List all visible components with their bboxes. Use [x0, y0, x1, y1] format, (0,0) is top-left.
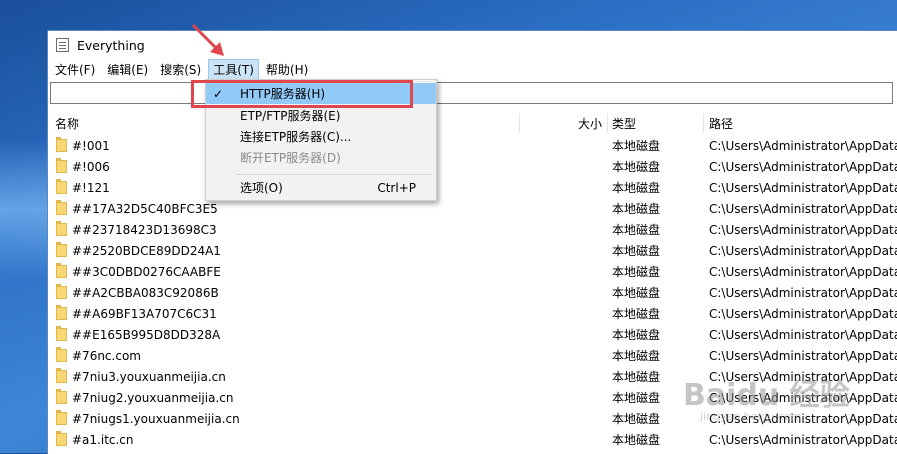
row-name: #76nc.com [72, 348, 141, 363]
table-row[interactable]: ##3C0DBD0276CAABFE 本地磁盘 C:\Users\Adminis… [48, 261, 897, 282]
row-name: ##A2CBBA083C92086B [72, 285, 219, 300]
table-row[interactable]: ##17A32D5C40BFC3E5 本地磁盘 C:\Users\Adminis… [48, 198, 897, 219]
row-name: ##E165B995D8DD328A [72, 327, 221, 342]
menu-file[interactable]: 文件(F) [50, 59, 100, 80]
row-path: C:\Users\Administrator\AppData [709, 432, 897, 447]
row-path: C:\Users\Administrator\AppData [709, 285, 897, 300]
row-type: 本地磁盘 [612, 181, 661, 195]
row-type: 本地磁盘 [612, 349, 661, 363]
folder-icon [56, 284, 67, 299]
row-path: C:\Users\Administrator\AppData [709, 201, 897, 216]
row-type: 本地磁盘 [612, 265, 661, 279]
row-name: #!121 [72, 180, 110, 195]
menu-edit[interactable]: 编辑(E) [102, 59, 153, 80]
row-name: ##17A32D5C40BFC3E5 [72, 201, 218, 216]
folder-icon [56, 137, 67, 152]
row-name: #7niug2.youxuanmeijia.cn [72, 390, 234, 405]
menu-item-label: 选项(O) [240, 181, 283, 195]
menu-bar: 文件(F) 编辑(E) 搜索(S) 工具(T) 帮助(H) [48, 58, 897, 80]
row-path: C:\Users\Administrator\AppData [709, 159, 897, 174]
row-type: 本地磁盘 [612, 202, 661, 216]
folder-icon [56, 389, 67, 404]
menu-item-shortcut: Ctrl+P [377, 180, 416, 195]
menu-item-connect-etp[interactable]: 连接ETP服务器(C)... [206, 126, 436, 147]
table-row[interactable]: ##A69BF13A707C6C31 本地磁盘 C:\Users\Adminis… [48, 303, 897, 324]
row-name: ##3C0DBD0276CAABFE [72, 264, 221, 279]
row-path: C:\Users\Administrator\AppData [709, 264, 897, 279]
folder-icon [56, 158, 67, 173]
table-row[interactable]: #76nc.com 本地磁盘 C:\Users\Administrator\Ap… [48, 345, 897, 366]
menu-item-options[interactable]: 选项(O) Ctrl+P [206, 177, 436, 198]
window-title: Everything [77, 37, 145, 53]
row-type: 本地磁盘 [612, 328, 661, 342]
row-name: ##23718423D13698C3 [72, 222, 217, 237]
folder-icon [56, 410, 67, 425]
menu-item-disconnect-etp: 断开ETP服务器(D) [206, 147, 436, 168]
folder-icon [56, 179, 67, 194]
row-name: ##2520BDCE89DD24A1 [72, 243, 221, 258]
table-row[interactable]: #!006 本地磁盘 C:\Users\Administrator\AppDat… [48, 156, 897, 177]
column-header: 名称 大小 类型 路径 [48, 113, 897, 133]
row-path: C:\Users\Administrator\AppData [709, 243, 897, 258]
column-type-header[interactable]: 类型 [608, 113, 704, 133]
column-path-header[interactable]: 路径 [704, 113, 897, 133]
row-type: 本地磁盘 [612, 223, 661, 237]
folder-icon [56, 431, 67, 446]
row-name: #!001 [72, 138, 110, 153]
row-path: C:\Users\Administrator\AppData [709, 138, 897, 153]
row-path: C:\Users\Administrator\AppData [709, 348, 897, 363]
desktop-background [0, 140, 48, 280]
folder-icon [56, 368, 67, 383]
watermark-logo: Baidu 经验 [683, 378, 850, 413]
row-name: #!006 [72, 159, 110, 174]
row-path: C:\Users\Administrator\AppData [709, 306, 897, 321]
folder-icon [56, 242, 67, 257]
folder-icon [56, 326, 67, 341]
row-path: C:\Users\Administrator\AppData [709, 180, 897, 195]
folder-icon [56, 221, 67, 236]
table-row[interactable]: #!121 本地磁盘 C:\Users\Administrator\AppDat… [48, 177, 897, 198]
folder-icon [56, 263, 67, 278]
menu-item-label: ETP/FTP服务器(E) [240, 109, 341, 123]
annotation-highlight-box [191, 80, 413, 108]
row-name: ##A69BF13A707C6C31 [72, 306, 217, 321]
annotation-arrow-icon [191, 23, 224, 56]
title-bar: Everything [48, 31, 897, 59]
table-row[interactable]: #a1.itc.cn 本地磁盘 C:\Users\Administrator\A… [48, 429, 897, 450]
row-type: 本地磁盘 [612, 244, 661, 258]
folder-icon [56, 200, 67, 215]
menu-separator [236, 174, 432, 175]
row-path: C:\Users\Administrator\AppData [709, 327, 897, 342]
column-size-header[interactable]: 大小 [520, 113, 608, 133]
folder-icon [56, 347, 67, 362]
table-row[interactable]: ##2520BDCE89DD24A1 本地磁盘 C:\Users\Adminis… [48, 240, 897, 261]
table-row[interactable]: ##E165B995D8DD328A 本地磁盘 C:\Users\Adminis… [48, 324, 897, 345]
menu-item-label: 断开ETP服务器(D) [240, 151, 341, 165]
row-type: 本地磁盘 [612, 160, 661, 174]
search-input[interactable] [50, 82, 893, 104]
menu-item-etp-ftp-server[interactable]: ETP/FTP服务器(E) [206, 105, 436, 126]
row-name: #7niu3.youxuanmeijia.cn [72, 369, 226, 384]
row-name: #a1.itc.cn [72, 432, 134, 447]
app-icon [56, 38, 69, 52]
table-row[interactable]: ##A2CBBA083C92086B 本地磁盘 C:\Users\Adminis… [48, 282, 897, 303]
row-type: 本地磁盘 [612, 286, 661, 300]
table-row[interactable]: #!001 本地磁盘 C:\Users\Administrator\AppDat… [48, 135, 897, 156]
menu-item-label: 连接ETP服务器(C)... [240, 130, 352, 144]
watermark-url: jingyan.baidu.com [700, 410, 802, 423]
row-name: #7niugs1.youxuanmeijia.cn [72, 411, 240, 426]
row-path: C:\Users\Administrator\AppData [709, 222, 897, 237]
row-type: 本地磁盘 [612, 139, 661, 153]
menu-help[interactable]: 帮助(H) [261, 59, 313, 80]
row-type: 本地磁盘 [612, 307, 661, 321]
folder-icon [56, 305, 67, 320]
table-row[interactable]: ##23718423D13698C3 本地磁盘 C:\Users\Adminis… [48, 219, 897, 240]
row-type: 本地磁盘 [612, 433, 661, 447]
